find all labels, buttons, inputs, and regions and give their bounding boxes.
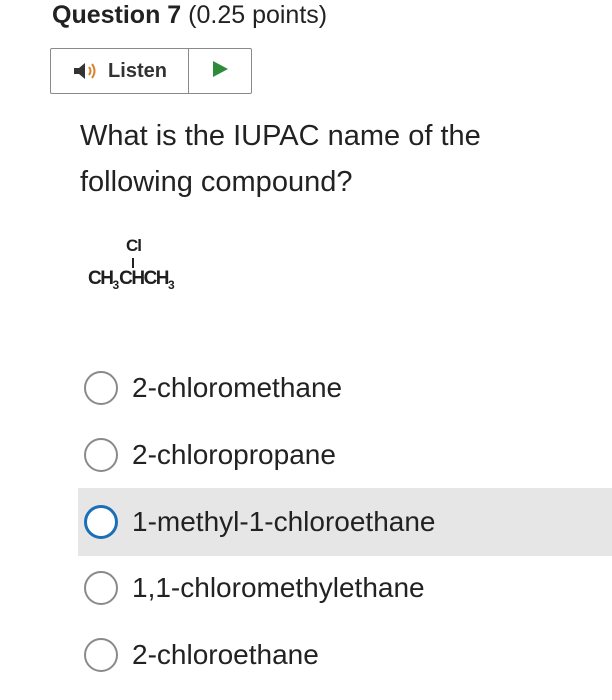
answer-option[interactable]: 2-chloropropane [78, 421, 612, 489]
answer-option-label: 2-chloroethane [132, 639, 319, 670]
listen-toolbar: Listen [50, 48, 252, 94]
answer-option[interactable]: 1,1-chloromethylethane [78, 554, 612, 622]
compound-bond [132, 258, 134, 268]
question-header: Question 7 (0.25 points) [52, 0, 327, 30]
radio-button[interactable] [84, 638, 118, 672]
radio-button[interactable] [84, 571, 118, 605]
play-button[interactable] [189, 49, 251, 93]
answer-option-label: 2-chloromethane [132, 372, 343, 403]
question-points: (0.25 points) [188, 1, 328, 29]
compound-structure-image: Cl CH3CHCH3 [88, 234, 218, 304]
answer-option[interactable]: 2-chloromethane [78, 354, 612, 422]
listen-button[interactable]: Listen [51, 49, 189, 93]
speaker-icon [72, 60, 102, 82]
radio-button-focused[interactable] [84, 505, 118, 539]
radio-button[interactable] [84, 438, 118, 472]
answer-option[interactable]: 2-chloroethane [78, 621, 612, 689]
answer-option-label: 2-chloropropane [132, 439, 336, 470]
play-icon [211, 60, 229, 83]
compound-formula: CH3CHCH3 [88, 268, 175, 292]
radio-button[interactable] [84, 371, 118, 405]
answer-option-hovered[interactable]: 1-methyl-1-chloroethane [78, 488, 612, 556]
answer-option-label: 1-methyl-1-chloroethane [132, 506, 436, 537]
question-prompt: What is the IUPAC name of the following … [80, 120, 481, 198]
question-number: Question 7 [52, 1, 182, 29]
listen-label: Listen [108, 59, 167, 82]
compound-substituent: Cl [126, 236, 142, 255]
answer-option-label: 1,1-chloromethylethane [132, 572, 425, 603]
